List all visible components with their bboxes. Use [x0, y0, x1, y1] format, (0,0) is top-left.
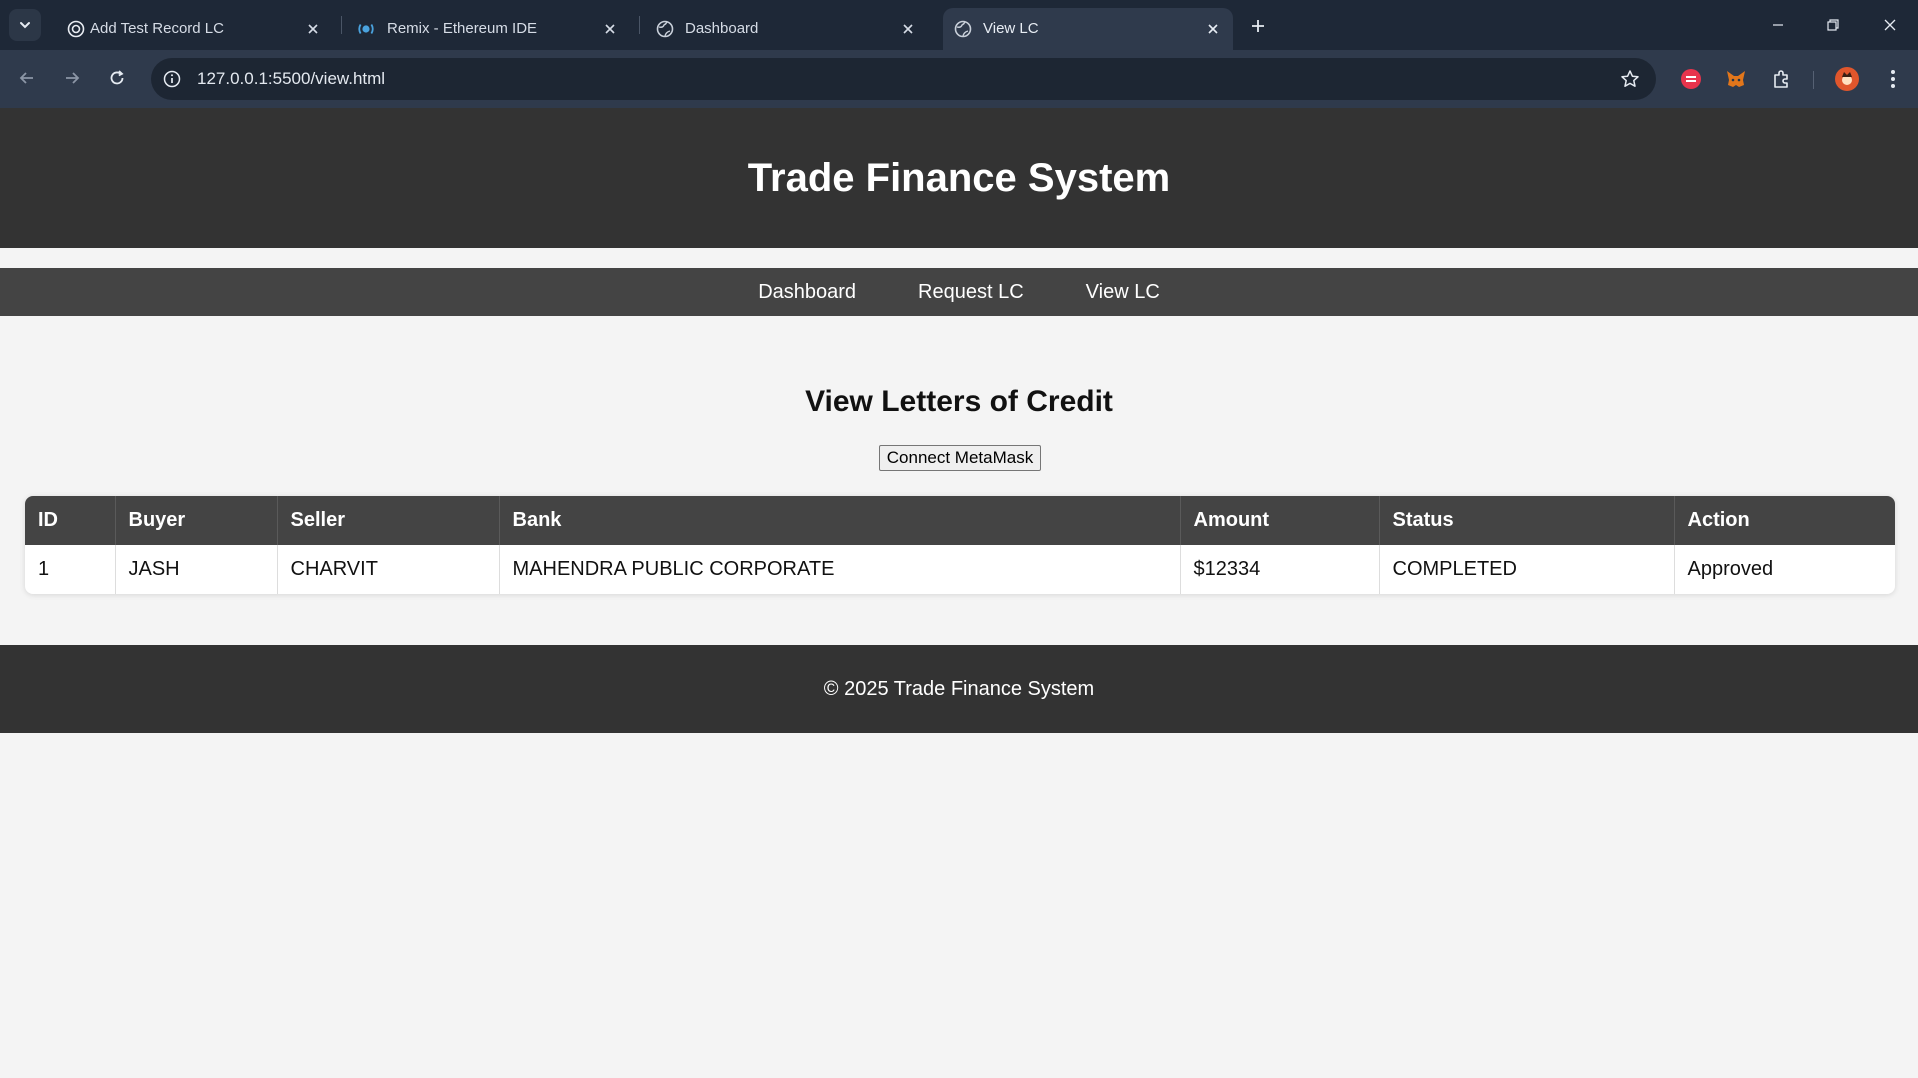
close-tab-icon[interactable] [303, 19, 323, 39]
site-info-icon[interactable] [161, 68, 183, 90]
bookmark-star-icon[interactable] [1618, 67, 1642, 91]
tab-title: View LC [983, 20, 1039, 37]
tab-title: Dashboard [685, 20, 759, 37]
close-tab-icon[interactable] [898, 19, 918, 39]
metamask-extension-icon[interactable] [1722, 65, 1750, 93]
column-header-status: Status [1379, 496, 1675, 545]
browser-tabstrip: Add Test Record LC Remix - Ethereum IDE … [0, 0, 1918, 50]
minimize-button[interactable] [1763, 10, 1793, 40]
minimize-icon [1773, 24, 1783, 26]
globe-icon [656, 20, 674, 38]
table-row: 1 JASH CHARVIT MAHENDRA PUBLIC CORPORATE… [25, 545, 1895, 594]
browser-tab-view-lc[interactable]: View LC [943, 8, 1233, 50]
cell-seller: CHARVIT [277, 545, 500, 594]
browser-tab-add-test-record[interactable]: Add Test Record LC [50, 8, 333, 50]
tab-divider [341, 16, 342, 34]
restore-icon [1827, 19, 1839, 31]
column-header-seller: Seller [277, 496, 500, 545]
cell-action: Approved [1687, 558, 1774, 580]
address-bar[interactable]: 127.0.0.1:5500/view.html [151, 58, 1656, 100]
tab-title: Remix - Ethereum IDE [387, 20, 538, 37]
profile-avatar[interactable] [1833, 65, 1861, 93]
arrow-left-icon [19, 72, 33, 84]
tab-divider [639, 16, 640, 34]
browser-tab-remix[interactable]: Remix - Ethereum IDE [347, 8, 630, 50]
openai-icon [67, 20, 85, 38]
nav-link-dashboard[interactable]: Dashboard [758, 281, 856, 304]
column-header-id: ID [25, 496, 116, 545]
close-icon [1884, 19, 1896, 31]
cell-status: COMPLETED [1379, 545, 1675, 594]
extensions-puzzle-icon[interactable] [1767, 65, 1795, 93]
tab-title: Add Test Record LC [90, 20, 224, 37]
restore-button[interactable] [1818, 10, 1848, 40]
address-url[interactable]: 127.0.0.1:5500/view.html [197, 69, 385, 89]
reload-button[interactable] [100, 61, 134, 95]
site-header: Trade Finance System [0, 108, 1918, 248]
column-header-action: Action [1674, 496, 1895, 545]
reload-icon [110, 70, 124, 85]
footer-copyright: © 2025 Trade Finance System [823, 677, 1095, 700]
browser-menu-icon[interactable] [1879, 65, 1907, 93]
new-tab-button[interactable] [1245, 13, 1271, 39]
column-header-buyer: Buyer [115, 496, 278, 545]
lc-table: ID Buyer Seller Bank Amount Status Actio… [25, 496, 1895, 594]
close-tab-icon[interactable] [1203, 19, 1223, 39]
column-header-bank: Bank [499, 496, 1181, 545]
nav-link-view-lc[interactable]: View LC [1086, 281, 1160, 304]
browser-tab-dashboard[interactable]: Dashboard [645, 8, 928, 50]
browser-toolbar: 127.0.0.1:5500/view.html [0, 50, 1918, 108]
arrow-right-icon [66, 72, 80, 84]
cell-buyer: JASH [115, 545, 278, 594]
site-footer: © 2025 Trade Finance System [0, 645, 1918, 733]
chevron-down-icon [20, 22, 30, 29]
close-window-button[interactable] [1875, 10, 1905, 40]
column-header-amount: Amount [1180, 496, 1380, 545]
lc-table-container: ID Buyer Seller Bank Amount Status Actio… [25, 496, 1895, 594]
forward-button[interactable] [55, 61, 89, 95]
remix-icon [357, 20, 375, 38]
page-title: View Letters of Credit [805, 385, 1113, 418]
site-nav: Dashboard Request LC View LC [0, 268, 1918, 316]
site-title: Trade Finance System [747, 155, 1171, 200]
plus-icon [1252, 20, 1264, 32]
toolbar-divider [1813, 71, 1814, 89]
connect-metamask-button[interactable]: Connect MetaMask [879, 445, 1041, 471]
cell-bank: MAHENDRA PUBLIC CORPORATE [499, 545, 1181, 594]
nav-link-request-lc[interactable]: Request LC [918, 281, 1024, 304]
close-tab-icon[interactable] [600, 19, 620, 39]
cell-amount: $12334 [1180, 545, 1380, 594]
table-header-row: ID Buyer Seller Bank Amount Status Actio… [25, 496, 1895, 545]
globe-icon [954, 20, 972, 38]
back-button[interactable] [10, 61, 44, 95]
lastpass-extension-icon[interactable] [1677, 65, 1705, 93]
tab-search-button[interactable] [9, 9, 41, 41]
cell-id: 1 [25, 545, 116, 594]
